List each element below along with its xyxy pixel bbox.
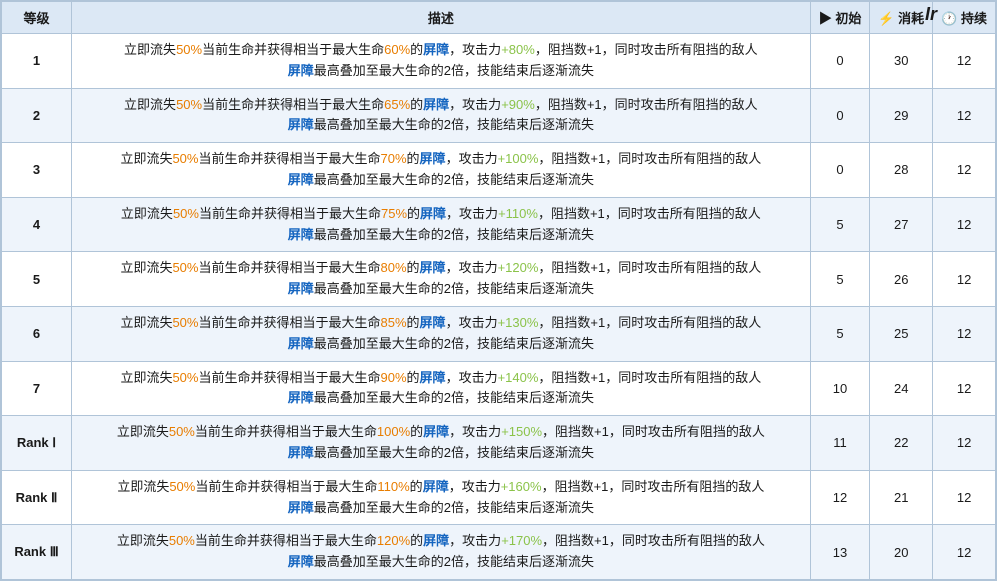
cell-persist: 12 xyxy=(933,88,996,143)
cell-desc: 立即流失50%当前生命并获得相当于最大生命85%的屏障，攻击力+130%，阻挡数… xyxy=(72,306,811,361)
cell-start: 0 xyxy=(810,34,870,89)
corner-label: Ir xyxy=(925,4,937,25)
table-row: Rank Ⅰ立即流失50%当前生命并获得相当于最大生命100%的屏障，攻击力+1… xyxy=(2,416,996,471)
table-row: 7立即流失50%当前生命并获得相当于最大生命90%的屏障，攻击力+140%，阻挡… xyxy=(2,361,996,416)
cell-level: 2 xyxy=(2,88,72,143)
cell-persist: 12 xyxy=(933,143,996,198)
header-desc: 描述 xyxy=(72,2,811,34)
cell-start: 13 xyxy=(810,525,870,580)
cell-level: Rank Ⅰ xyxy=(2,416,72,471)
cell-consume: 20 xyxy=(870,525,933,580)
cell-consume: 28 xyxy=(870,143,933,198)
consume-icon: ⚡ xyxy=(878,11,898,26)
cell-desc: 立即流失50%当前生命并获得相当于最大生命110%的屏障，攻击力+160%，阻挡… xyxy=(72,470,811,525)
cell-start: 5 xyxy=(810,306,870,361)
cell-desc: 立即流失50%当前生命并获得相当于最大生命70%的屏障，攻击力+100%，阻挡数… xyxy=(72,143,811,198)
cell-start: 0 xyxy=(810,143,870,198)
cell-desc: 立即流失50%当前生命并获得相当于最大生命90%的屏障，攻击力+140%，阻挡数… xyxy=(72,361,811,416)
cell-persist: 12 xyxy=(933,361,996,416)
header-persist: 🕐 持续 xyxy=(933,2,996,34)
cell-desc: 立即流失50%当前生命并获得相当于最大生命65%的屏障，攻击力+90%，阻挡数+… xyxy=(72,88,811,143)
table-row: Rank Ⅱ立即流失50%当前生命并获得相当于最大生命110%的屏障，攻击力+1… xyxy=(2,470,996,525)
cell-level: 1 xyxy=(2,34,72,89)
cell-start: 0 xyxy=(810,88,870,143)
cell-consume: 27 xyxy=(870,197,933,252)
cell-level: Rank Ⅲ xyxy=(2,525,72,580)
cell-desc: 立即流失50%当前生命并获得相当于最大生命60%的屏障，攻击力+80%，阻挡数+… xyxy=(72,34,811,89)
cell-start: 12 xyxy=(810,470,870,525)
skill-table-container: 等级 描述 ▶ 初始 ⚡ 消耗 🕐 持续 1立即流失50%当前生命并获得相当于最… xyxy=(0,0,997,581)
skill-table: 等级 描述 ▶ 初始 ⚡ 消耗 🕐 持续 1立即流失50%当前生命并获得相当于最… xyxy=(1,1,996,580)
cell-level: 6 xyxy=(2,306,72,361)
cell-consume: 26 xyxy=(870,252,933,307)
cell-start: 5 xyxy=(810,197,870,252)
cell-consume: 24 xyxy=(870,361,933,416)
table-row: 6立即流失50%当前生命并获得相当于最大生命85%的屏障，攻击力+130%，阻挡… xyxy=(2,306,996,361)
cell-level: 7 xyxy=(2,361,72,416)
cell-desc: 立即流失50%当前生命并获得相当于最大生命100%的屏障，攻击力+150%，阻挡… xyxy=(72,416,811,471)
cell-level: 4 xyxy=(2,197,72,252)
cell-persist: 12 xyxy=(933,416,996,471)
table-row: 1立即流失50%当前生命并获得相当于最大生命60%的屏障，攻击力+80%，阻挡数… xyxy=(2,34,996,89)
cell-consume: 25 xyxy=(870,306,933,361)
start-icon: ▶ xyxy=(819,11,836,26)
cell-consume: 21 xyxy=(870,470,933,525)
table-row: 5立即流失50%当前生命并获得相当于最大生命80%的屏障，攻击力+120%，阻挡… xyxy=(2,252,996,307)
header-level: 等级 xyxy=(2,2,72,34)
table-header-row: 等级 描述 ▶ 初始 ⚡ 消耗 🕐 持续 xyxy=(2,2,996,34)
cell-consume: 30 xyxy=(870,34,933,89)
persist-icon: 🕐 xyxy=(941,11,961,26)
table-row: Rank Ⅲ立即流失50%当前生命并获得相当于最大生命120%的屏障，攻击力+1… xyxy=(2,525,996,580)
table-row: 3立即流失50%当前生命并获得相当于最大生命70%的屏障，攻击力+100%，阻挡… xyxy=(2,143,996,198)
cell-consume: 22 xyxy=(870,416,933,471)
cell-desc: 立即流失50%当前生命并获得相当于最大生命120%的屏障，攻击力+170%，阻挡… xyxy=(72,525,811,580)
cell-start: 11 xyxy=(810,416,870,471)
cell-persist: 12 xyxy=(933,306,996,361)
cell-start: 10 xyxy=(810,361,870,416)
cell-consume: 29 xyxy=(870,88,933,143)
cell-start: 5 xyxy=(810,252,870,307)
header-consume: ⚡ 消耗 xyxy=(870,2,933,34)
cell-persist: 12 xyxy=(933,252,996,307)
cell-persist: 12 xyxy=(933,197,996,252)
cell-persist: 12 xyxy=(933,34,996,89)
cell-level: 3 xyxy=(2,143,72,198)
cell-desc: 立即流失50%当前生命并获得相当于最大生命80%的屏障，攻击力+120%，阻挡数… xyxy=(72,252,811,307)
table-body: 1立即流失50%当前生命并获得相当于最大生命60%的屏障，攻击力+80%，阻挡数… xyxy=(2,34,996,580)
header-start: ▶ 初始 xyxy=(810,2,870,34)
cell-desc: 立即流失50%当前生命并获得相当于最大生命75%的屏障，攻击力+110%，阻挡数… xyxy=(72,197,811,252)
cell-persist: 12 xyxy=(933,525,996,580)
table-row: 4立即流失50%当前生命并获得相当于最大生命75%的屏障，攻击力+110%，阻挡… xyxy=(2,197,996,252)
cell-persist: 12 xyxy=(933,470,996,525)
table-row: 2立即流失50%当前生命并获得相当于最大生命65%的屏障，攻击力+90%，阻挡数… xyxy=(2,88,996,143)
cell-level: Rank Ⅱ xyxy=(2,470,72,525)
cell-level: 5 xyxy=(2,252,72,307)
